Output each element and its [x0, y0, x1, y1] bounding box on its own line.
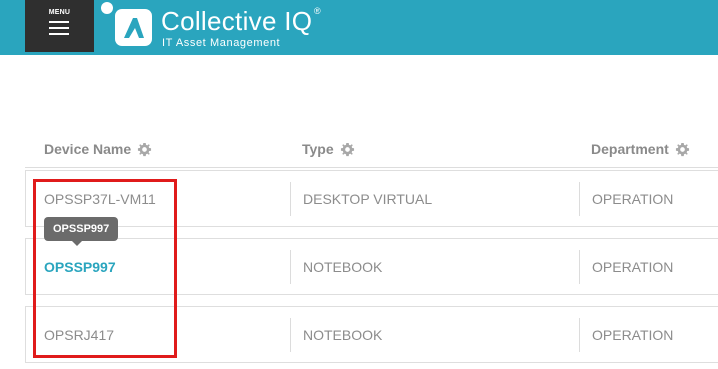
column-header-label: Type [302, 141, 334, 157]
logo-icon [115, 9, 152, 46]
menu-button[interactable]: MENU [25, 0, 94, 52]
brand-title: Collective IQ [161, 6, 313, 36]
column-header-type[interactable]: Type [302, 141, 355, 157]
department-cell: OPERATION [592, 258, 674, 275]
brand-registered-mark: ® [314, 6, 321, 16]
column-header-label: Department [591, 141, 669, 157]
column-divider [579, 182, 580, 216]
header-divider [25, 167, 718, 168]
type-cell: DESKTOP VIRTUAL [303, 190, 433, 207]
brand-subtitle: IT Asset Management [162, 37, 281, 49]
highlight-box [33, 179, 177, 358]
hamburger-icon [49, 21, 69, 36]
gear-icon[interactable] [675, 142, 690, 157]
logo-dot-icon [101, 2, 113, 14]
column-divider [290, 182, 291, 216]
column-divider [290, 318, 291, 352]
app-header: MENU Collective IQ ® IT Asset Management [0, 0, 718, 55]
column-header-department[interactable]: Department [591, 141, 690, 157]
department-cell: OPERATION [592, 190, 674, 207]
department-cell: OPERATION [592, 326, 674, 343]
column-header-label: Device Name [44, 141, 132, 157]
column-divider [579, 250, 580, 284]
column-header-device-name[interactable]: Device Name [44, 141, 152, 157]
column-divider [290, 250, 291, 284]
gear-icon[interactable] [137, 142, 152, 157]
column-divider [579, 318, 580, 352]
gear-icon[interactable] [340, 142, 355, 157]
type-cell: NOTEBOOK [303, 258, 383, 275]
type-cell: NOTEBOOK [303, 326, 383, 343]
menu-label: MENU [48, 9, 71, 16]
